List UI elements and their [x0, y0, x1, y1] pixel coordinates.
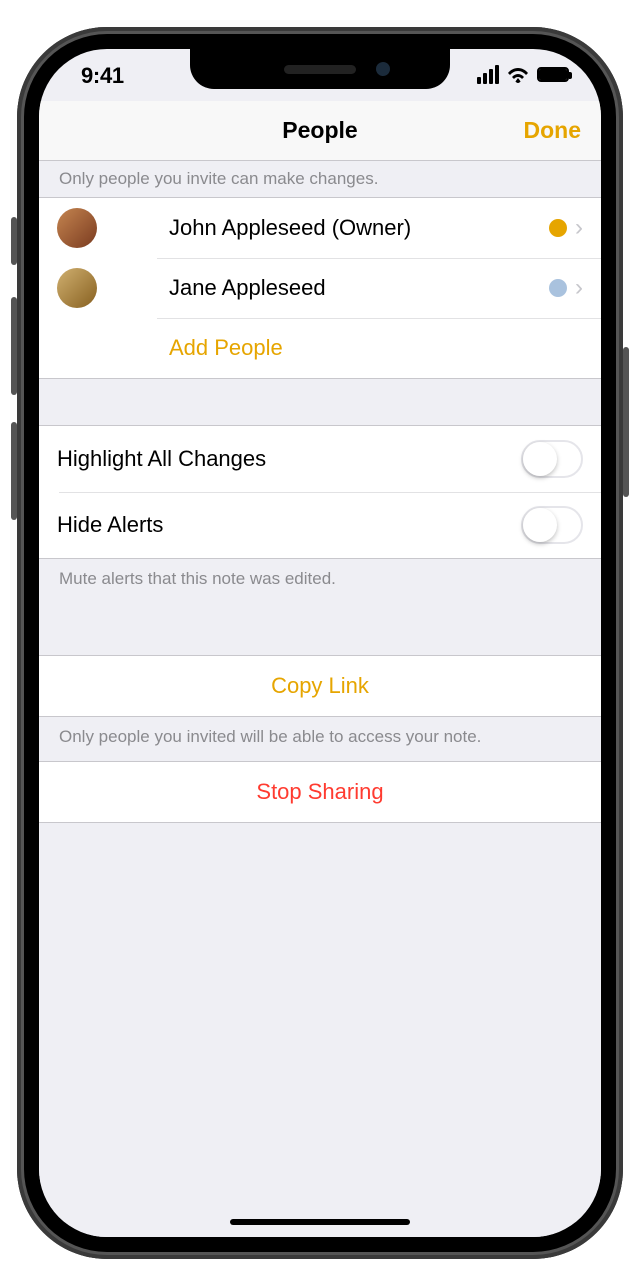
people-list: John Appleseed (Owner) › Jane Appleseed …	[39, 197, 601, 379]
device-frame: 9:41 People Done Only people you invite …	[17, 27, 623, 1259]
front-camera	[376, 62, 390, 76]
copy-link-group: Copy Link	[39, 655, 601, 717]
speaker	[284, 65, 356, 74]
battery-icon	[537, 67, 569, 82]
person-name: Jane Appleseed	[169, 275, 549, 301]
avatar-owner	[57, 208, 97, 248]
hide-alerts-label: Hide Alerts	[57, 512, 521, 538]
device-notch	[190, 49, 450, 89]
volume-up-button	[11, 297, 17, 395]
guest-dot-icon	[549, 279, 567, 297]
highlight-changes-row: Highlight All Changes	[39, 426, 601, 492]
mute-switch	[11, 217, 17, 265]
chevron-right-icon: ›	[575, 216, 583, 240]
power-button	[623, 347, 629, 497]
owner-dot-icon	[549, 219, 567, 237]
person-row-owner[interactable]: John Appleseed (Owner) ›	[39, 198, 601, 258]
avatar-guest	[57, 268, 97, 308]
page-title: People	[282, 117, 357, 144]
add-people-label: Add People	[169, 335, 283, 361]
section-gap	[39, 599, 601, 655]
hide-alerts-row: Hide Alerts	[39, 492, 601, 558]
settings-list: Highlight All Changes Hide Alerts	[39, 425, 601, 559]
stop-sharing-button[interactable]: Stop Sharing	[39, 762, 601, 822]
copy-link-footer: Only people you invited will be able to …	[39, 717, 601, 757]
volume-down-button	[11, 422, 17, 520]
section-gap	[39, 379, 601, 425]
status-icons	[477, 65, 569, 84]
content-scroll[interactable]: Only people you invite can make changes.…	[39, 161, 601, 1237]
copy-link-button[interactable]: Copy Link	[39, 656, 601, 716]
people-section-header: Only people you invite can make changes.	[39, 161, 601, 197]
settings-footer: Mute alerts that this note was edited.	[39, 559, 601, 599]
person-name: John Appleseed (Owner)	[169, 215, 549, 241]
screen: 9:41 People Done Only people you invite …	[39, 49, 601, 1237]
home-indicator[interactable]	[230, 1219, 410, 1225]
status-time: 9:41	[81, 63, 124, 89]
highlight-changes-label: Highlight All Changes	[57, 446, 521, 472]
copy-link-label: Copy Link	[271, 673, 369, 699]
highlight-changes-toggle[interactable]	[521, 440, 583, 478]
chevron-right-icon: ›	[575, 276, 583, 300]
wifi-icon	[507, 66, 529, 84]
stop-sharing-group: Stop Sharing	[39, 761, 601, 823]
stop-sharing-label: Stop Sharing	[256, 779, 383, 805]
hide-alerts-toggle[interactable]	[521, 506, 583, 544]
add-people-button[interactable]: Add People	[39, 318, 601, 378]
cellular-icon	[477, 65, 499, 84]
nav-bar: People Done	[39, 101, 601, 161]
done-button[interactable]: Done	[524, 117, 582, 144]
person-row-guest[interactable]: Jane Appleseed ›	[39, 258, 601, 318]
